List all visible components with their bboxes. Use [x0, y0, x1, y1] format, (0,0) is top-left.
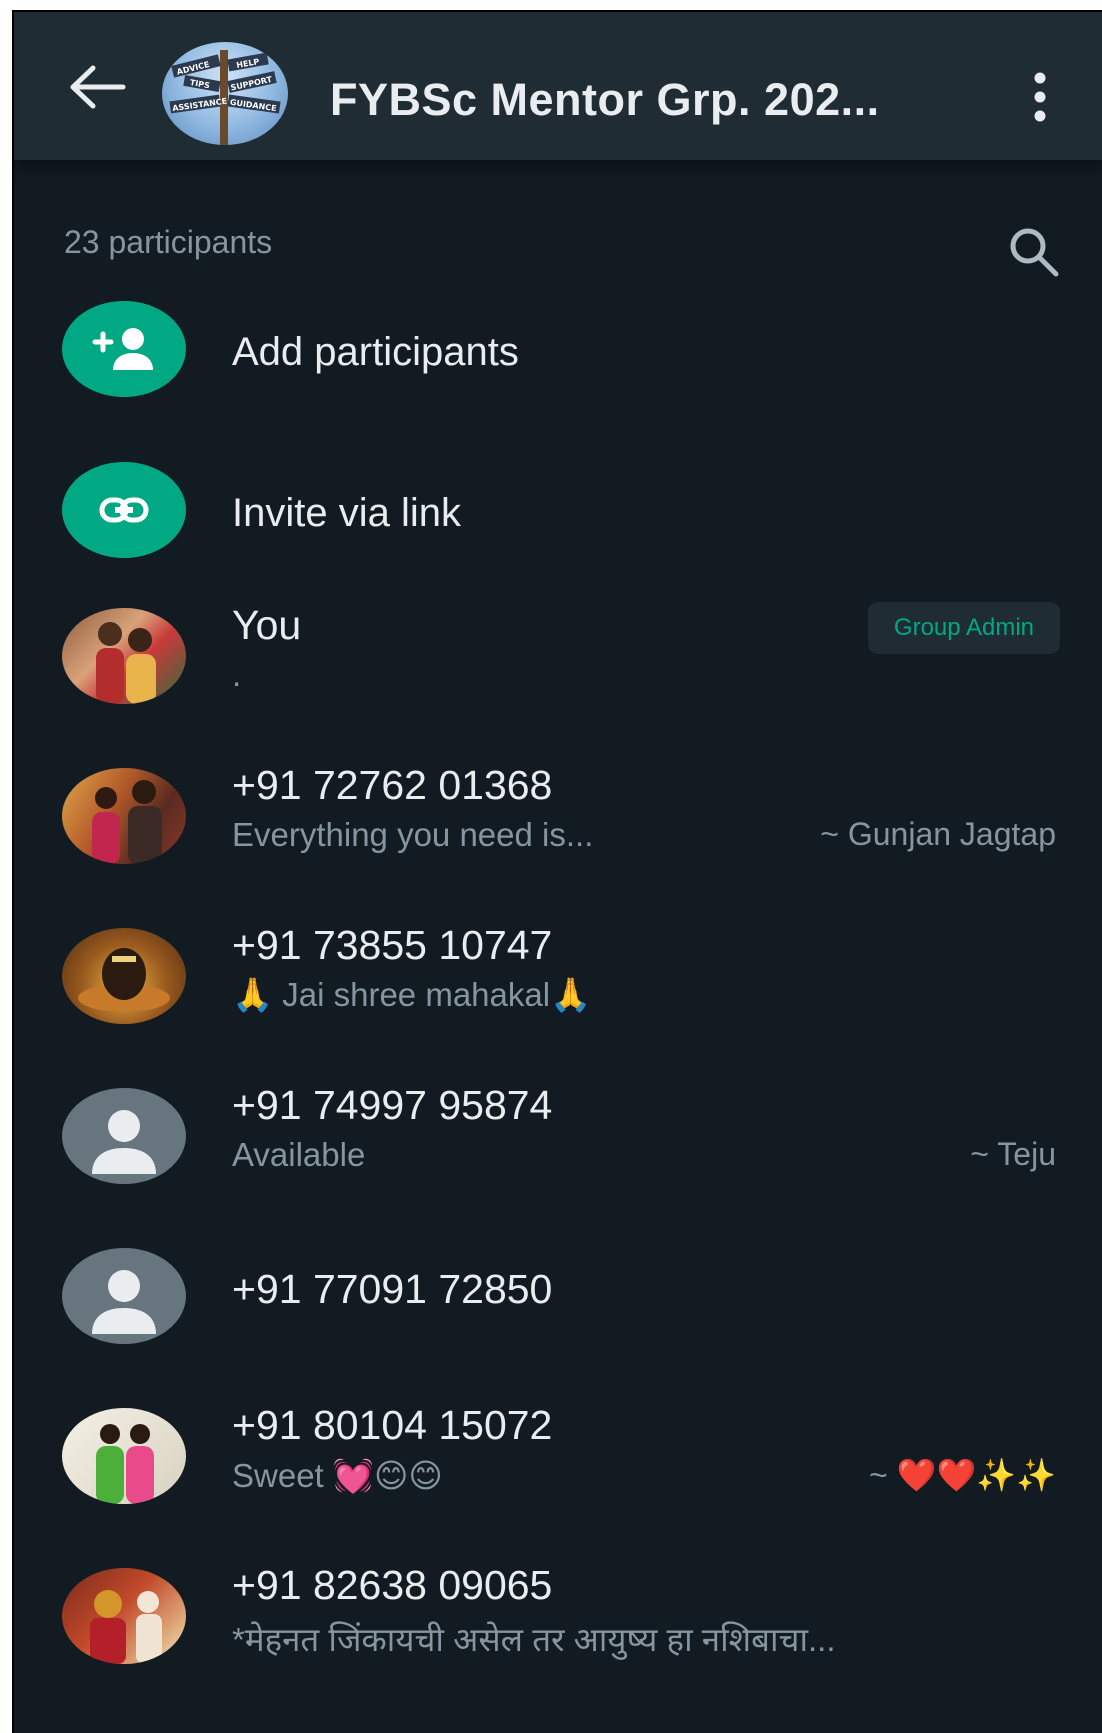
add-person-icon: [92, 328, 153, 370]
default-avatar[interactable]: [62, 1088, 186, 1184]
invite-via-link-label: Invite via link: [232, 491, 461, 535]
participants-count: 23 participants: [64, 224, 273, 260]
group-admin-badge: Group Admin: [867, 602, 1060, 654]
participant-alias: ~ Teju: [970, 1136, 1056, 1172]
invite-via-link-row[interactable]: Invite via link: [14, 445, 1102, 575]
participant-name: +91 82638 09065: [232, 1562, 553, 1608]
participant-status: Available: [232, 1136, 366, 1173]
group-avatar[interactable]: ADVICE HELP TIPS SUPPORT ASSISTANCE GUID…: [162, 42, 288, 145]
participant-name: +91 72762 01368: [232, 762, 553, 808]
signpost-icon: ADVICE HELP TIPS SUPPORT ASSISTANCE GUID…: [169, 50, 281, 145]
participant-name: +91 77091 72850: [232, 1266, 553, 1312]
avatar[interactable]: [62, 768, 186, 864]
invite-link-button[interactable]: [62, 462, 186, 558]
group-title[interactable]: FYBSc Mentor Grp. 202...: [330, 74, 930, 126]
avatar[interactable]: [62, 608, 186, 704]
participant-status: Everything you need is...: [232, 816, 594, 853]
default-avatar[interactable]: [62, 1248, 186, 1344]
top-app-bar: ADVICE HELP TIPS SUPPORT ASSISTANCE GUID…: [14, 12, 1102, 160]
avatar[interactable]: [62, 1408, 186, 1504]
profile-photo: [90, 1590, 162, 1664]
participant-status: *मेहनत जिंकायची असेल तर आयुष्य हा नशिबाच…: [232, 1621, 836, 1658]
participant-row[interactable]: +91 72762 01368 Everything you need is..…: [14, 762, 1102, 912]
participant-name: +91 80104 15072: [232, 1402, 553, 1448]
add-participants-row[interactable]: Add participants: [14, 284, 1102, 414]
participant-row[interactable]: +91 80104 15072 Sweet 💓😊😊 ~ ❤️❤️✨✨: [14, 1402, 1102, 1552]
profile-photo: [78, 948, 170, 1012]
participant-row[interactable]: +91 82638 09065 *मेहनत जिंकायची असेल तर …: [14, 1562, 1102, 1712]
sign-label: GUIDANCE: [229, 98, 277, 113]
participant-status: Sweet 💓😊😊: [232, 1457, 443, 1494]
participant-alias: ~ Gunjan Jagtap: [820, 816, 1056, 852]
participant-row[interactable]: +91 73855 10747 🙏 Jai shree mahakal🙏: [14, 922, 1102, 1072]
profile-photo: [92, 780, 162, 864]
participant-name: +91 73855 10747: [232, 922, 553, 968]
participant-alias: ~ ❤️❤️✨✨: [869, 1457, 1056, 1493]
avatar[interactable]: [62, 1568, 186, 1664]
participant-status: .: [232, 656, 242, 693]
add-participants-label: Add participants: [232, 330, 519, 374]
person-icon: [92, 1110, 156, 1174]
participant-row-you[interactable]: You . Group Admin: [14, 602, 1102, 752]
participant-row[interactable]: +91 77091 72850: [14, 1242, 1102, 1392]
avatar[interactable]: [62, 928, 186, 1024]
participant-name: You: [232, 602, 302, 648]
add-participants-button[interactable]: [62, 301, 186, 397]
person-icon: [92, 1270, 156, 1334]
profile-photo: [96, 622, 156, 704]
participant-name: +91 74997 95874: [232, 1082, 553, 1128]
group-participants-screen: ADVICE HELP TIPS SUPPORT ASSISTANCE GUID…: [12, 10, 1102, 1733]
participant-status: 🙏 Jai shree mahakal🙏: [232, 976, 592, 1013]
link-icon: [99, 497, 149, 523]
profile-photo: [96, 1424, 154, 1504]
participant-row[interactable]: +91 74997 95874 Available ~ Teju: [14, 1082, 1102, 1232]
search-icon[interactable]: [1006, 224, 1062, 280]
more-options-icon[interactable]: [1026, 70, 1054, 124]
back-arrow-icon[interactable]: [69, 64, 127, 110]
